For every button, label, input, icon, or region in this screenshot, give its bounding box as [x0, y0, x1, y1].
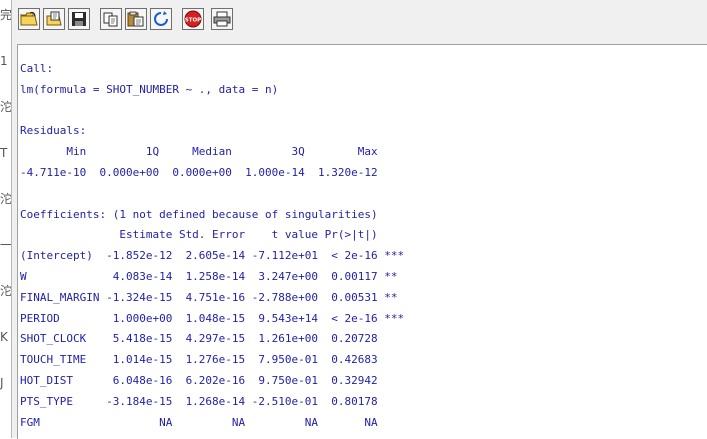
background-glyph: 1 [0, 54, 8, 68]
console-output[interactable]: Call: lm(formula = SHOT_NUMBER ~ ., data… [17, 44, 707, 439]
load-workspace-icon [46, 11, 62, 26]
console-line: HOT_DIST 6.048e-16 6.202e-16 9.750e-01 0… [20, 373, 405, 387]
paste-button[interactable] [125, 8, 147, 30]
console-line: -4.711e-10 0.000e+00 0.000e+00 1.000e-14… [20, 165, 385, 179]
save-disk-icon [72, 12, 86, 26]
console-line: Residuals: [20, 124, 87, 138]
console-line: Coefficients: (1 not defined because of … [20, 207, 378, 221]
console-line: FINAL_MARGIN -1.324e-15 4.751e-16 -2.788… [20, 290, 405, 304]
background-glyph: K [0, 330, 8, 344]
copy-icon [103, 12, 118, 27]
console-line: W 4.083e-14 1.258e-14 3.247e+00 0.00117 … [20, 269, 405, 283]
save-workspace-button[interactable] [68, 8, 90, 30]
console-text: Call: lm(formula = SHOT_NUMBER ~ ., data… [20, 59, 404, 439]
paste-icon [127, 11, 144, 27]
background-glyph: 沱 [0, 100, 11, 114]
background-glyph: T [0, 146, 8, 160]
console-line: FGM NA NA NA NA [20, 415, 405, 429]
refresh-icon [154, 11, 168, 26]
background-glyph: 沱 [0, 284, 11, 298]
console-line: Estimate Std. Error t value Pr(>|t|) [20, 228, 405, 242]
copy-paste-button[interactable] [150, 8, 172, 30]
console-line: SHOT_CLOCK 5.418e-15 4.297e-15 1.261e+00… [20, 332, 405, 346]
printer-icon [213, 11, 231, 27]
open-script-button[interactable] [18, 8, 40, 30]
stop-button[interactable]: STOP [182, 8, 204, 30]
console-line: TOUCH_TIME 1.014e-15 1.276e-15 7.950e-01… [20, 353, 405, 367]
print-button[interactable] [211, 8, 233, 30]
background-glyph: 一 [0, 238, 11, 252]
console-line: PERIOD 1.000e+00 1.048e-15 9.543e+14 < 2… [20, 311, 405, 325]
console-line: Call: [20, 62, 54, 75]
stop-label: STOP [185, 18, 201, 24]
load-workspace-button[interactable] [43, 8, 65, 30]
background-glyph: J [0, 376, 4, 390]
r-console-window: STOP Call: lm(formula = SHOT_NUMBER ~ .,… [11, 0, 707, 439]
background-glyph: 完 [0, 8, 11, 22]
stop-icon: STOP [184, 10, 202, 28]
background-glyph: 沱 [0, 192, 11, 206]
toolbar: STOP [12, 0, 707, 44]
open-folder-icon [20, 11, 38, 26]
console-line: lm(formula = SHOT_NUMBER ~ ., data = n) [20, 82, 279, 96]
console-line: PTS_TYPE -3.184e-15 1.268e-14 -2.510e-01… [20, 394, 405, 408]
copy-button[interactable] [100, 8, 122, 30]
console-line: (Intercept) -1.852e-12 2.605e-14 -7.112e… [20, 249, 405, 263]
background-window-strip: 完1沱T沱一沱KJ [0, 0, 11, 438]
console-line: Min 1Q Median 3Q Max [20, 145, 385, 159]
